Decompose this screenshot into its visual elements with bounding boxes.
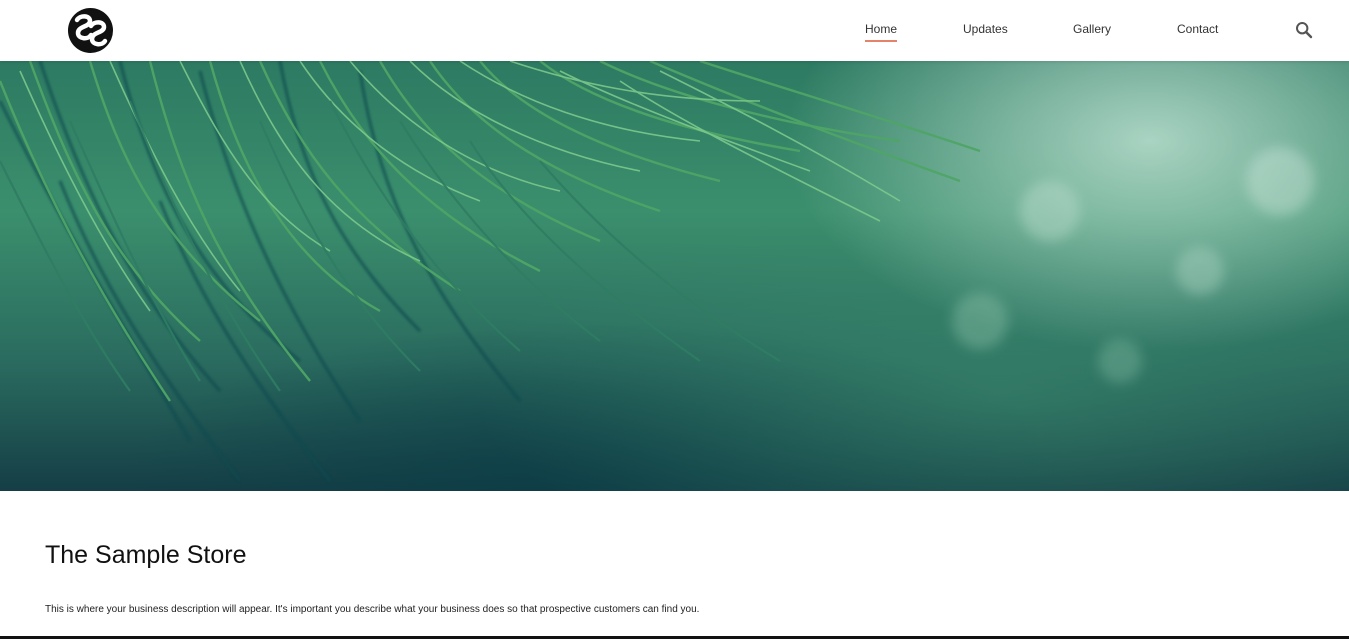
- site-header: Home Updates Gallery Contact: [0, 0, 1349, 61]
- nav-gallery[interactable]: Gallery: [1073, 22, 1111, 36]
- business-description: This is where your business description …: [45, 604, 700, 615]
- nav-contact[interactable]: Contact: [1177, 22, 1218, 36]
- nav-home[interactable]: Home: [865, 22, 898, 42]
- hero-image: [0, 61, 1349, 491]
- search-button[interactable]: [1295, 21, 1313, 39]
- nav-updates[interactable]: Updates: [963, 22, 1008, 36]
- main-nav: Home Updates Gallery Contact: [0, 0, 1349, 61]
- page-title: The Sample Store: [45, 541, 247, 569]
- search-icon: [1296, 22, 1313, 39]
- grass-illustration: [0, 61, 1314, 482]
